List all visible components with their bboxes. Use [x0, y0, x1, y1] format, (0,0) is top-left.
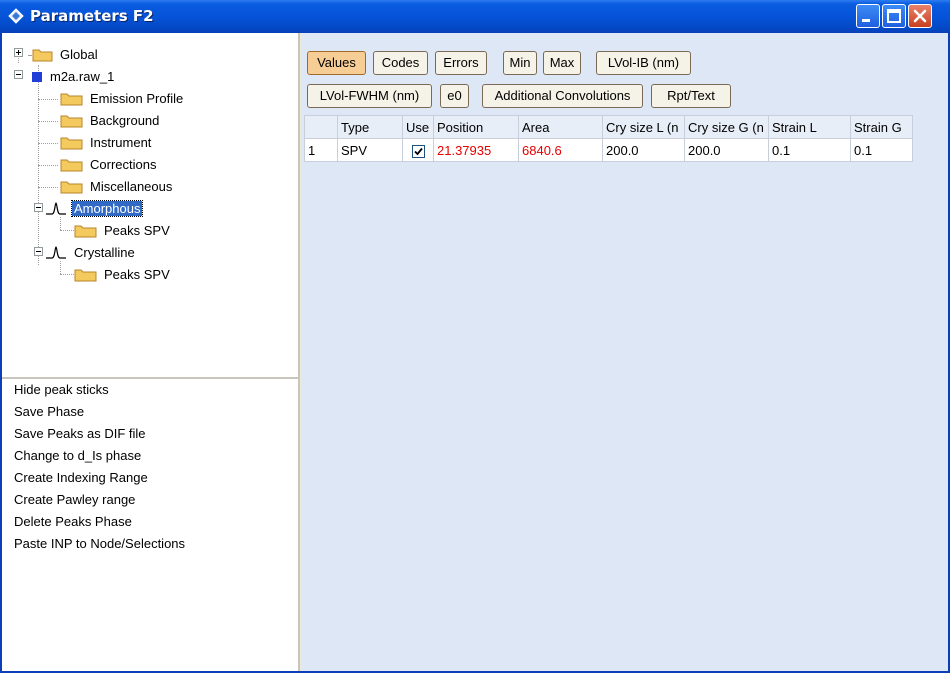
tree-line [38, 121, 58, 122]
menu-item-paste-inp[interactable]: Paste INP to Node/Selections [2, 533, 298, 555]
title-bar[interactable]: Parameters F2 [0, 0, 950, 33]
additional-convolutions-button[interactable]: Additional Convolutions [482, 84, 643, 108]
lvol-fwhm-button[interactable]: LVol-FWHM (nm) [307, 84, 432, 108]
check-icon [413, 147, 423, 155]
folder-icon [60, 181, 83, 194]
column-header-strain-g[interactable]: Strain G [850, 115, 913, 139]
column-header-position[interactable]: Position [433, 115, 519, 139]
tree-label: Peaks SPV [104, 267, 170, 282]
tree-item-emission-profile[interactable]: Emission Profile [58, 89, 185, 109]
tree-label: Miscellaneous [90, 179, 173, 194]
tree-item-background[interactable]: Background [58, 111, 161, 131]
table-row[interactable]: 1 SPV 21.37935 6840.6 200.0 200.0 0.1 0.… [304, 138, 913, 162]
peak-phase-icon [46, 245, 66, 259]
column-header-index [304, 115, 338, 139]
max-button[interactable]: Max [543, 51, 581, 75]
e0-button[interactable]: e0 [440, 84, 469, 108]
tree-item-crystalline[interactable]: Crystalline [46, 243, 137, 263]
menu-item-change-to-d-is[interactable]: Change to d_Is phase [2, 445, 298, 467]
cell-strain-l[interactable]: 0.1 [768, 138, 851, 162]
right-panel: Values Codes Errors Min Max LVol-IB (nm)… [301, 33, 948, 671]
column-header-cry-size-g[interactable]: Cry size G (n [684, 115, 769, 139]
table-header-row: Type Use Position Area Cry size L (n Cry… [304, 115, 913, 139]
tree-label: Corrections [90, 157, 157, 172]
tree-label: Instrument [90, 135, 152, 150]
context-actions-list: Hide peak sticks Save Phase Save Peaks a… [2, 379, 298, 555]
tree-item-amorphous[interactable]: Amorphous [46, 199, 144, 219]
folder-icon [60, 115, 83, 128]
column-header-area[interactable]: Area [518, 115, 603, 139]
parameters-table: Type Use Position Area Cry size L (n Cry… [304, 115, 913, 162]
collapse-raw-icon[interactable] [14, 70, 23, 79]
minimize-icon [862, 19, 870, 22]
codes-button[interactable]: Codes [373, 51, 428, 75]
diamond-icon [8, 8, 24, 24]
tree-item-crystalline-peaks[interactable]: Peaks SPV [72, 265, 172, 285]
tree-line [38, 143, 58, 144]
peak-phase-icon [46, 201, 66, 215]
menu-item-hide-peak-sticks[interactable]: Hide peak sticks [2, 379, 298, 401]
cell-cry-size-g[interactable]: 200.0 [684, 138, 769, 162]
use-checkbox[interactable] [411, 144, 425, 158]
folder-icon [74, 225, 97, 238]
tree-line [38, 99, 58, 100]
tree-label: Background [90, 113, 160, 128]
folder-icon [74, 269, 97, 282]
parameters-window: Parameters F2 Global m2a.raw_1 Emission … [0, 0, 950, 673]
close-button[interactable] [908, 4, 932, 28]
cell-type[interactable]: SPV [337, 138, 403, 162]
collapse-amorphous-icon[interactable] [34, 203, 43, 212]
column-header-cry-size-l[interactable]: Cry size L (n [602, 115, 685, 139]
collapse-crystalline-icon[interactable] [34, 247, 43, 256]
tree-line [38, 187, 58, 188]
tree-item-raw-file[interactable]: m2a.raw_1 [28, 67, 116, 87]
window-title: Parameters F2 [30, 7, 154, 25]
menu-item-create-indexing-range[interactable]: Create Indexing Range [2, 467, 298, 489]
tree-item-global[interactable]: Global [28, 45, 100, 65]
cell-strain-g[interactable]: 0.1 [850, 138, 913, 162]
blue-square-icon [32, 71, 42, 82]
row-index: 1 [304, 138, 338, 162]
tree-item-amorphous-peaks[interactable]: Peaks SPV [72, 221, 172, 241]
folder-icon [60, 159, 83, 172]
menu-item-create-pawley-range[interactable]: Create Pawley range [2, 489, 298, 511]
cell-cry-size-l[interactable]: 200.0 [602, 138, 685, 162]
column-header-type[interactable]: Type [337, 115, 403, 139]
menu-item-save-peaks-dif[interactable]: Save Peaks as DIF file [2, 423, 298, 445]
cell-use[interactable] [402, 138, 434, 162]
close-icon [913, 9, 927, 23]
tree-line [38, 165, 58, 166]
tree-label: m2a.raw_1 [50, 69, 115, 84]
tree-label: Emission Profile [90, 91, 184, 106]
tree-label: Global [60, 47, 98, 62]
min-button[interactable]: Min [503, 51, 537, 75]
tree-label: Amorphous [70, 200, 144, 217]
minimize-button[interactable] [856, 4, 880, 28]
expand-global-icon[interactable] [14, 48, 23, 57]
content-area: Global m2a.raw_1 Emission Profile Backgr… [2, 33, 948, 671]
cell-area[interactable]: 6840.6 [518, 138, 603, 162]
tree-label: Peaks SPV [104, 223, 170, 238]
left-panel: Global m2a.raw_1 Emission Profile Backgr… [2, 33, 300, 671]
menu-item-delete-peaks-phase[interactable]: Delete Peaks Phase [2, 511, 298, 533]
parameter-tree[interactable]: Global m2a.raw_1 Emission Profile Backgr… [2, 33, 298, 379]
lvol-ib-button[interactable]: LVol-IB (nm) [596, 51, 691, 75]
column-header-use[interactable]: Use [402, 115, 434, 139]
rpt-text-button[interactable]: Rpt/Text [651, 84, 731, 108]
values-button[interactable]: Values [307, 51, 366, 75]
column-header-strain-l[interactable]: Strain L [768, 115, 851, 139]
tree-label: Crystalline [74, 245, 135, 260]
menu-item-save-phase[interactable]: Save Phase [2, 401, 298, 423]
cell-position[interactable]: 21.37935 [433, 138, 519, 162]
folder-icon [28, 49, 53, 62]
folder-icon [60, 137, 83, 150]
maximize-icon [887, 9, 901, 23]
maximize-button[interactable] [882, 4, 906, 28]
errors-button[interactable]: Errors [435, 51, 487, 75]
tree-item-instrument[interactable]: Instrument [58, 133, 153, 153]
tree-item-corrections[interactable]: Corrections [58, 155, 158, 175]
tree-item-miscellaneous[interactable]: Miscellaneous [58, 177, 174, 197]
folder-icon [60, 93, 83, 106]
